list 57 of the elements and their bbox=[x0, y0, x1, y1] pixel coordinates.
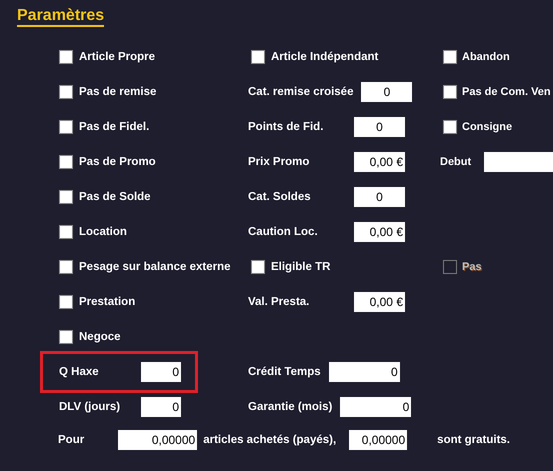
checkbox-label: Pas de Fidel. bbox=[79, 120, 150, 132]
checkbox-label: Negoce bbox=[79, 330, 121, 342]
input-field[interactable]: 0 bbox=[361, 82, 412, 102]
checkbox-label: Article Propre bbox=[79, 50, 156, 62]
input-field[interactable] bbox=[484, 152, 553, 172]
field-label: Points de Fid. bbox=[248, 120, 324, 132]
checkbox-label: Abandon bbox=[462, 50, 510, 62]
checkbox-label: Pesage sur balance externe bbox=[79, 260, 230, 272]
field-label: Cat. remise croisée bbox=[248, 86, 354, 98]
checkbox[interactable] bbox=[59, 224, 73, 238]
offer-label: Pour bbox=[58, 434, 84, 446]
input-field[interactable]: 0 bbox=[141, 396, 181, 416]
checkbox[interactable] bbox=[59, 120, 73, 134]
field-label: Val. Presta. bbox=[248, 296, 310, 308]
field-label: Caution Loc. bbox=[248, 226, 319, 238]
input-field[interactable]: 0,00 € bbox=[354, 152, 405, 172]
checkbox-label: Pas de remise bbox=[79, 86, 156, 98]
input-field[interactable]: 0,00000 bbox=[118, 430, 198, 450]
input-field[interactable]: 0,00000 bbox=[349, 430, 408, 450]
input-field[interactable]: 0 bbox=[354, 116, 405, 136]
checkbox[interactable] bbox=[59, 260, 73, 274]
checkbox-label: Prestation bbox=[79, 296, 136, 308]
checkbox-label: Pas bbox=[462, 260, 482, 272]
checkbox[interactable] bbox=[443, 50, 457, 64]
input-field[interactable]: 0 bbox=[328, 362, 400, 382]
offer-label: articles achetés (payés), bbox=[203, 434, 336, 446]
field-label: Q Haxe bbox=[59, 366, 99, 378]
offer-label: sont gratuits. bbox=[437, 434, 510, 446]
checkbox-label: Pas de Solde bbox=[79, 190, 151, 202]
input-field[interactable]: 0,00 € bbox=[354, 222, 405, 242]
checkbox[interactable] bbox=[59, 330, 73, 344]
checkbox[interactable] bbox=[59, 294, 73, 308]
checkbox[interactable] bbox=[251, 260, 265, 274]
field-label: Cat. Soldes bbox=[248, 190, 312, 202]
field-label: DLV (jours) bbox=[59, 400, 120, 412]
input-field[interactable]: 0 bbox=[354, 186, 405, 206]
checkbox[interactable] bbox=[251, 50, 265, 64]
checkbox-label: Pas de Promo bbox=[79, 156, 156, 168]
checkbox[interactable] bbox=[59, 190, 73, 204]
checkbox-label: Consigne bbox=[462, 120, 512, 132]
input-field[interactable]: 0 bbox=[141, 362, 181, 382]
checkbox-label: Location bbox=[79, 226, 127, 238]
checkbox[interactable] bbox=[443, 120, 457, 134]
checkbox[interactable] bbox=[59, 84, 73, 98]
checkbox-label: Pas de Com. Ven bbox=[462, 86, 551, 98]
field-label: Prix Promo bbox=[248, 156, 310, 168]
checkbox-label: Eligible TR bbox=[271, 260, 330, 272]
input-field[interactable]: 0,00 € bbox=[354, 292, 405, 312]
checkbox[interactable] bbox=[59, 50, 73, 64]
input-field[interactable]: 0 bbox=[340, 396, 412, 416]
checkbox[interactable] bbox=[59, 154, 73, 168]
field-label: Crédit Temps bbox=[248, 366, 321, 378]
field-label: Debut bbox=[440, 156, 472, 168]
field-label: Garantie (mois) bbox=[248, 400, 332, 412]
checkbox-label: Article Indépendant bbox=[271, 50, 378, 62]
section-title: Paramètres bbox=[17, 6, 104, 27]
checkbox[interactable] bbox=[443, 84, 457, 98]
